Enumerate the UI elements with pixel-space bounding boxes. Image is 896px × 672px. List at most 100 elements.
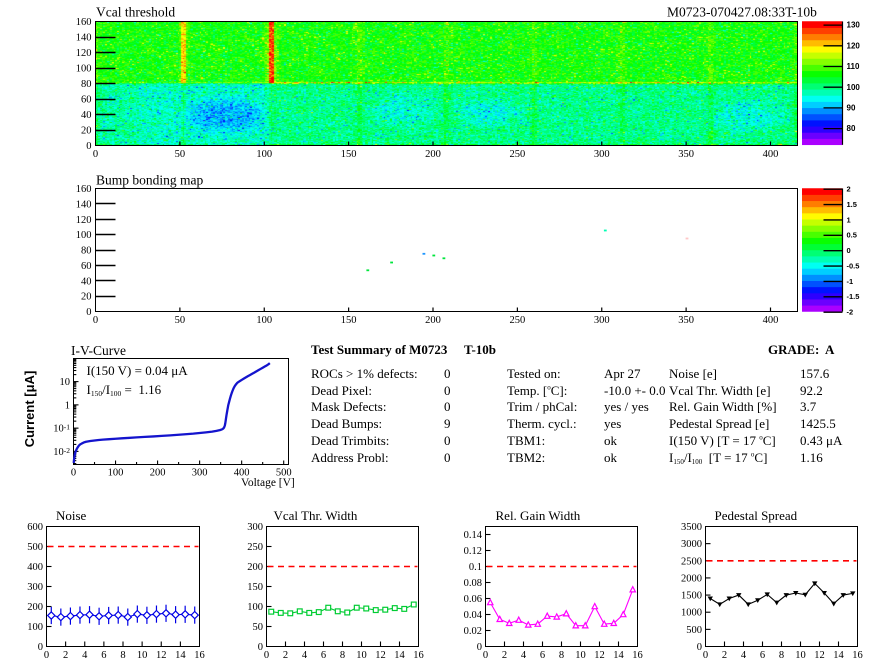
svg-text:1: 1: [65, 400, 70, 411]
svg-text:300: 300: [594, 315, 610, 326]
svg-text:200: 200: [27, 602, 43, 613]
svg-text:0: 0: [86, 307, 91, 318]
svg-text:150: 150: [341, 315, 357, 326]
svg-text:400: 400: [763, 315, 779, 326]
svg-text:160: 160: [76, 184, 92, 195]
svg-text:160: 160: [76, 17, 92, 28]
svg-text:2: 2: [722, 650, 727, 661]
svg-text:0: 0: [44, 650, 49, 661]
svg-text:110: 110: [847, 62, 860, 71]
svg-text:12: 12: [594, 650, 605, 661]
svg-text:140: 140: [76, 199, 92, 210]
svg-text:90: 90: [847, 104, 856, 113]
svg-text:200: 200: [425, 149, 441, 160]
svg-text:0: 0: [847, 246, 851, 255]
svg-text:40: 40: [81, 110, 92, 121]
svg-text:0: 0: [93, 149, 98, 160]
svg-text:10: 10: [795, 650, 806, 661]
svg-text:Noise: Noise: [56, 508, 87, 523]
svg-text:60: 60: [81, 95, 92, 106]
svg-text:16: 16: [194, 650, 205, 661]
svg-text:2: 2: [283, 650, 288, 661]
svg-text:-0.5: -0.5: [847, 261, 860, 270]
svg-text:2: 2: [847, 185, 851, 194]
svg-text:140: 140: [76, 33, 92, 44]
svg-text:500: 500: [27, 542, 43, 553]
svg-text:350: 350: [678, 149, 694, 160]
svg-text:6: 6: [540, 650, 545, 661]
svg-text:Pedestal Spread: Pedestal Spread: [715, 508, 798, 523]
svg-text:10-1: 10-1: [53, 422, 70, 434]
svg-text:1500: 1500: [681, 591, 702, 602]
svg-text:0: 0: [264, 650, 269, 661]
svg-text:300: 300: [27, 582, 43, 593]
svg-text:M0723-070427.08:33T-10b: M0723-070427.08:33T-10b: [667, 5, 817, 20]
svg-text:350: 350: [678, 315, 694, 326]
svg-text:80: 80: [847, 124, 856, 133]
svg-text:300: 300: [192, 468, 208, 479]
svg-text:12: 12: [375, 650, 386, 661]
svg-text:250: 250: [247, 542, 263, 553]
svg-text:100: 100: [27, 622, 43, 633]
svg-text:Current [μA]: Current [μA]: [22, 371, 37, 448]
svg-text:100: 100: [847, 83, 861, 92]
svg-text:2: 2: [63, 650, 68, 661]
svg-text:6: 6: [760, 650, 765, 661]
svg-text:130: 130: [847, 21, 861, 30]
svg-text:120: 120: [76, 215, 92, 226]
svg-text:0: 0: [258, 642, 263, 653]
svg-text:50: 50: [175, 315, 186, 326]
svg-text:1000: 1000: [681, 608, 702, 619]
svg-text:0: 0: [86, 141, 91, 152]
svg-text:8: 8: [559, 650, 564, 661]
svg-text:100: 100: [247, 602, 263, 613]
svg-text:Rel. Gain Width: Rel. Gain Width: [496, 508, 581, 523]
svg-text:8: 8: [120, 650, 125, 661]
svg-text:250: 250: [510, 149, 526, 160]
svg-text:1.5: 1.5: [847, 200, 857, 209]
svg-text:1: 1: [847, 215, 851, 224]
svg-text:100: 100: [256, 149, 272, 160]
svg-text:-1.5: -1.5: [847, 292, 860, 301]
svg-text:6: 6: [101, 650, 106, 661]
svg-text:0: 0: [477, 642, 482, 653]
svg-text:12: 12: [814, 650, 825, 661]
svg-text:12: 12: [156, 650, 167, 661]
svg-text:200: 200: [425, 315, 441, 326]
svg-text:0.14: 0.14: [464, 530, 483, 541]
svg-text:3500: 3500: [681, 522, 702, 533]
svg-text:80: 80: [81, 79, 92, 90]
svg-text:300: 300: [594, 149, 610, 160]
svg-text:14: 14: [613, 650, 624, 661]
svg-text:0.02: 0.02: [464, 626, 482, 637]
svg-text:4: 4: [521, 650, 527, 661]
svg-text:0.12: 0.12: [464, 546, 482, 557]
svg-text:100: 100: [108, 468, 124, 479]
svg-text:3000: 3000: [681, 539, 702, 550]
svg-text:Bump bonding map: Bump bonding map: [96, 173, 203, 188]
svg-text:50: 50: [175, 149, 186, 160]
svg-text:0: 0: [697, 642, 702, 653]
svg-text:0.08: 0.08: [464, 578, 482, 589]
svg-text:-1: -1: [847, 277, 854, 286]
svg-text:10: 10: [137, 650, 148, 661]
svg-text:8: 8: [340, 650, 345, 661]
svg-text:8: 8: [779, 650, 784, 661]
svg-text:250: 250: [510, 315, 526, 326]
svg-text:2500: 2500: [681, 556, 702, 567]
svg-text:0.04: 0.04: [464, 610, 483, 621]
svg-text:4: 4: [302, 650, 308, 661]
svg-text:0.5: 0.5: [847, 231, 857, 240]
svg-text:40: 40: [81, 276, 92, 287]
svg-text:200: 200: [150, 468, 166, 479]
svg-text:80: 80: [81, 246, 92, 257]
svg-text:150: 150: [341, 149, 357, 160]
svg-text:0: 0: [703, 650, 708, 661]
svg-text:50: 50: [253, 622, 264, 633]
svg-text:14: 14: [394, 650, 405, 661]
svg-text:6: 6: [321, 650, 326, 661]
svg-text:150: 150: [247, 582, 263, 593]
svg-text:16: 16: [413, 650, 424, 661]
svg-text:20: 20: [81, 126, 92, 137]
svg-text:16: 16: [632, 650, 643, 661]
